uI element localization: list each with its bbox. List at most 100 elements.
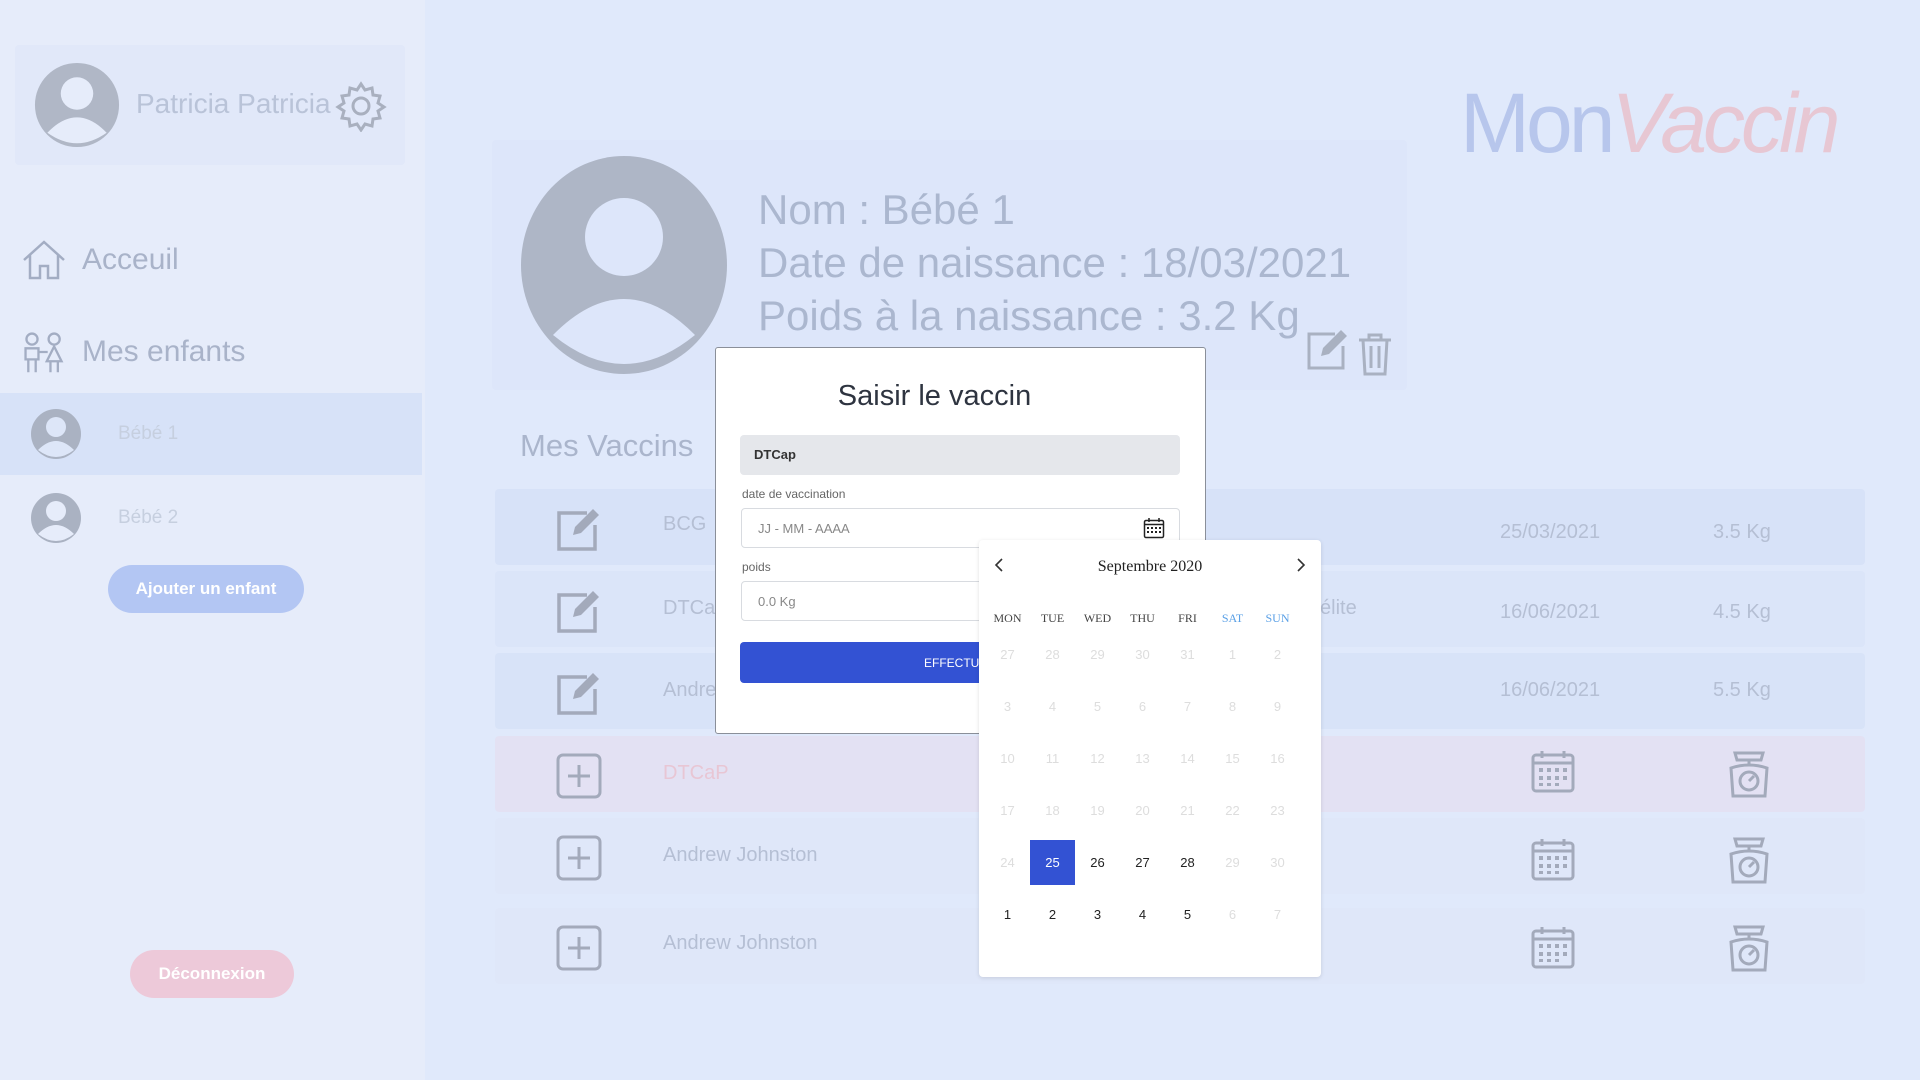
child-name-line: Nom : Bébé 1	[758, 186, 1015, 233]
datepicker-month: Septembre 2020	[1097, 558, 1203, 575]
calendar-icon[interactable]	[1530, 748, 1576, 794]
datepicker-popup: Septembre 2020 MON TUE WED THU FRI SAT SUN 27 28…	[979, 540, 1321, 977]
modal-title: Saisir le vaccin	[837, 380, 1032, 412]
scale-icon[interactable]	[1727, 924, 1771, 972]
edit-icon[interactable]	[555, 505, 603, 553]
calendar-day[interactable]: 21	[1165, 788, 1210, 833]
calendar-day[interactable]: 18	[1030, 788, 1075, 833]
calendar-day[interactable]: 17	[985, 788, 1030, 833]
home-icon	[23, 240, 65, 280]
calendar-day[interactable]: 28	[1165, 840, 1210, 885]
logo-part-2: Vaccin	[1611, 76, 1840, 170]
calendar-day[interactable]: 8	[1210, 684, 1255, 729]
logout-button[interactable]: Déconnexion	[130, 950, 294, 998]
calendar-day[interactable]: 23	[1255, 788, 1300, 833]
user-name: Patricia Patricia	[136, 88, 331, 119]
calendar-day[interactable]: 19	[1075, 788, 1120, 833]
calendar-day[interactable]: 22	[1210, 788, 1255, 833]
calendar-day[interactable]: 7	[1255, 892, 1300, 937]
date-label: date de vaccination	[742, 487, 846, 501]
calendar-day[interactable]: 27	[985, 632, 1030, 677]
weekday-header: FRI	[1178, 611, 1197, 625]
children-icon	[24, 332, 64, 373]
calendar-day[interactable]: 13	[1120, 736, 1165, 781]
nav-children-label: Mes enfants	[82, 335, 246, 368]
user-avatar-icon[interactable]	[32, 62, 122, 148]
vaccine-date: 16/06/2021	[1500, 601, 1601, 623]
calendar-day[interactable]: 11	[1030, 736, 1075, 781]
calendar-day[interactable]: 27	[1120, 840, 1165, 885]
vaccine-name-field[interactable]: DTCap	[740, 435, 1180, 475]
calendar-day-selected[interactable]: 25	[1030, 840, 1075, 885]
gear-icon[interactable]	[335, 80, 387, 132]
calendar-day[interactable]: 24	[985, 840, 1030, 885]
child-item-bebe-2[interactable]: Bébé 2	[0, 477, 422, 559]
chevron-right-icon[interactable]	[1292, 556, 1310, 574]
child-name: Bébé 1	[118, 423, 179, 444]
add-icon[interactable]	[555, 834, 603, 882]
logo: MonVaccin	[1460, 75, 1840, 195]
edit-icon[interactable]	[555, 587, 603, 635]
calendar-day[interactable]: 28	[1030, 632, 1075, 677]
calendar-day[interactable]: 3	[985, 684, 1030, 729]
nav-children[interactable]: Mes enfants	[20, 328, 245, 376]
weight-placeholder: 0.0 Kg	[758, 594, 796, 609]
calendar-day[interactable]: 26	[1075, 840, 1120, 885]
calendar-day[interactable]: 29	[1210, 840, 1255, 885]
calendar-icon[interactable]	[1143, 517, 1165, 539]
calendar-day[interactable]: 2	[1030, 892, 1075, 937]
calendar-icon[interactable]	[1530, 924, 1576, 970]
calendar-day[interactable]: 5	[1075, 684, 1120, 729]
birth-weight-line: Poids à la naissance : 3.2 Kg	[758, 292, 1300, 339]
calendar-day[interactable]: 16	[1255, 736, 1300, 781]
calendar-day[interactable]: 2	[1255, 632, 1300, 677]
calendar-day[interactable]: 3	[1075, 892, 1120, 937]
vaccine-name: Andre	[663, 679, 717, 701]
edit-icon[interactable]	[1305, 328, 1349, 372]
calendar-day[interactable]: 30	[1255, 840, 1300, 885]
trash-icon[interactable]	[1355, 332, 1395, 376]
calendar-day[interactable]: 10	[985, 736, 1030, 781]
calendar-day[interactable]: 31	[1165, 632, 1210, 677]
vaccine-weight: 5.5 Kg	[1713, 679, 1771, 701]
add-icon[interactable]	[555, 924, 603, 972]
vaccine-name: Andrew Johnston	[663, 844, 818, 866]
calendar-day[interactable]: 9	[1255, 684, 1300, 729]
logo-part-1: Mon	[1460, 76, 1615, 170]
child-avatar-icon	[31, 493, 81, 543]
calendar-day[interactable]: 14	[1165, 736, 1210, 781]
calendar-day[interactable]: 7	[1165, 684, 1210, 729]
calendar-day[interactable]: 30	[1120, 632, 1165, 677]
calendar-icon[interactable]	[1530, 836, 1576, 882]
vaccine-name: DTCaP	[663, 762, 729, 784]
weekday-header: THU	[1130, 611, 1155, 625]
date-placeholder: JJ - MM - AAAA	[758, 521, 850, 536]
calendar-day[interactable]: 1	[985, 892, 1030, 937]
weight-label: poids	[742, 560, 771, 574]
calendar-day[interactable]: 1	[1210, 632, 1255, 677]
calendar-day[interactable]: 4	[1030, 684, 1075, 729]
scale-icon[interactable]	[1727, 750, 1771, 798]
calendar-day[interactable]: 6	[1120, 684, 1165, 729]
weekday-header: WED	[1083, 611, 1112, 625]
calendar-day[interactable]: 15	[1210, 736, 1255, 781]
weekday-header: SUN	[1265, 611, 1290, 625]
vaccine-name: Andrew Johnston	[663, 932, 818, 954]
child-item-bebe-1[interactable]: Bébé 1	[0, 393, 422, 475]
calendar-day[interactable]: 12	[1075, 736, 1120, 781]
vaccine-name: BCG	[663, 513, 707, 535]
calendar-day[interactable]: 5	[1165, 892, 1210, 937]
scale-icon[interactable]	[1727, 836, 1771, 884]
calendar-day[interactable]: 20	[1120, 788, 1165, 833]
add-child-button[interactable]: Ajouter un enfant	[108, 565, 304, 613]
child-name: Bébé 2	[118, 507, 179, 528]
calendar-day[interactable]: 4	[1120, 892, 1165, 937]
edit-icon[interactable]	[555, 669, 603, 717]
vaccine-weight: 3.5 Kg	[1713, 521, 1771, 543]
profile-avatar-icon	[521, 156, 727, 374]
weekday-header: SAT	[1221, 611, 1244, 625]
add-icon[interactable]	[555, 752, 603, 800]
nav-home[interactable]: Acceuil	[20, 236, 179, 284]
calendar-day[interactable]: 29	[1075, 632, 1120, 677]
calendar-day[interactable]: 6	[1210, 892, 1255, 937]
